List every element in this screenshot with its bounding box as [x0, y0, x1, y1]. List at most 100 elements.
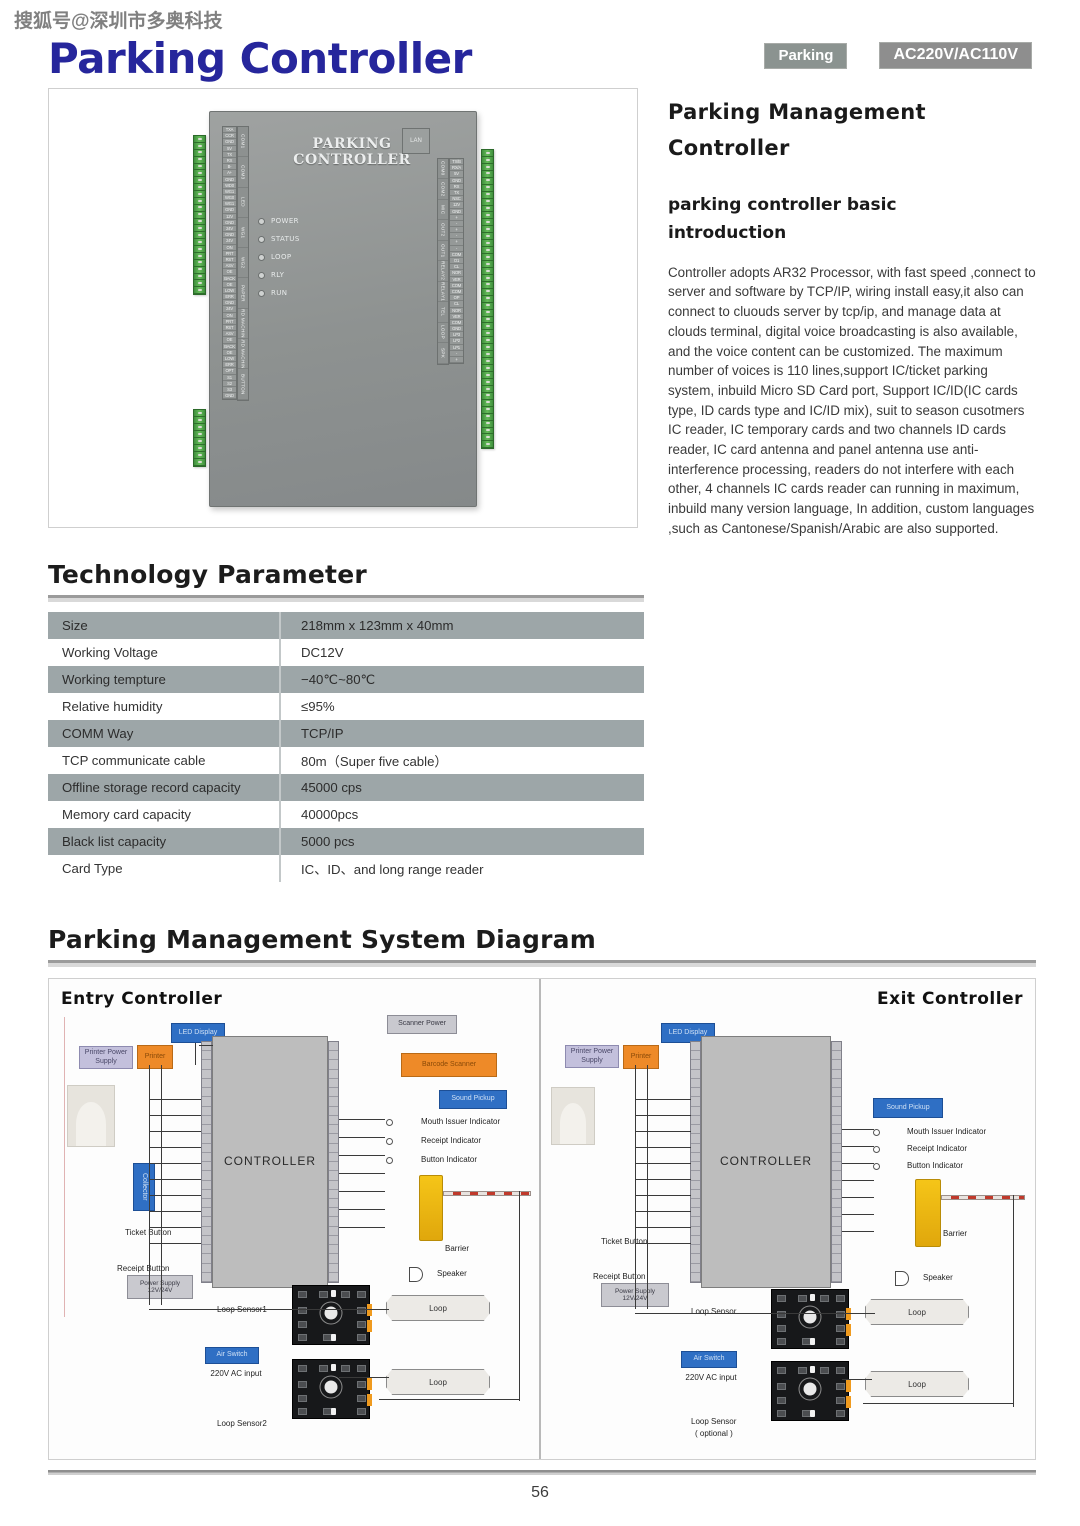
board-right-group-strip: COM0 COM2 MIC OUT2 OUT1 RELAY2 RELAY1 TEL LOOP SP… — [437, 158, 449, 365]
exit-barrier-label: Barrier — [943, 1229, 968, 1238]
entry-controller-diagram: Entry Controller LED Display Printer Pow… — [49, 979, 541, 1459]
io-terminal — [202, 1181, 211, 1190]
terminal-group-label: WG2 — [238, 248, 248, 279]
exit-button-indicator: Button Indicator — [907, 1161, 964, 1170]
terminal-group-label: SPK — [438, 343, 448, 364]
io-terminal — [329, 1181, 338, 1190]
table-row: Black list capacity 5000 pcs — [48, 828, 644, 855]
sensor-terminal-icon — [357, 1408, 366, 1415]
sensor-terminal-icon — [298, 1321, 307, 1328]
board-left-terminal-strip: TXA CCR GND 5V TX RX B- A+ GND WD0 WG1 WG0 WG1 GND 12V… — [222, 126, 237, 401]
intro-column: Parking Management Controller parking co… — [668, 95, 1036, 539]
connector-pin — [482, 407, 493, 414]
wire — [149, 1243, 201, 1244]
wire — [842, 1180, 874, 1181]
io-terminal — [202, 1116, 211, 1126]
connector-pin — [194, 184, 205, 191]
spec-value: 40000pcs — [280, 801, 644, 828]
connector-pin — [482, 358, 493, 366]
wire — [635, 1227, 691, 1228]
io-terminal — [691, 1107, 700, 1116]
connector-pin — [194, 260, 205, 267]
terminal-group-label: WG1 — [238, 218, 248, 249]
wire — [842, 1163, 874, 1164]
spec-key: Black list capacity — [48, 828, 281, 855]
entry-loop1: Loop — [386, 1295, 490, 1321]
connector-pin — [482, 310, 493, 317]
io-terminal — [202, 1060, 211, 1070]
io-terminal — [832, 1125, 841, 1135]
wire — [635, 1131, 691, 1132]
io-terminal — [832, 1060, 841, 1070]
connector-pin — [482, 414, 493, 421]
spec-key: Size — [48, 612, 281, 639]
wire — [339, 1191, 385, 1192]
io-terminal — [202, 1245, 211, 1255]
terminal-group-label: CARD MACHINE2 — [238, 339, 248, 370]
wire — [635, 1195, 691, 1196]
sensor-led-icon — [810, 1410, 815, 1417]
io-terminal — [202, 1190, 211, 1199]
io-terminal — [832, 1144, 841, 1153]
tech-parameter-rule — [48, 595, 644, 602]
exit-air-switch: Air Switch — [681, 1351, 737, 1368]
sensor-connector-icon — [367, 1394, 372, 1406]
io-terminal — [691, 1273, 700, 1283]
io-terminal — [202, 1042, 211, 1052]
io-terminal — [691, 1227, 700, 1236]
connector-pin — [194, 253, 205, 260]
terminal-group-label: RELAY2 — [438, 261, 448, 282]
entry-loop-sensor1 — [292, 1285, 372, 1345]
sensor-terminal-icon — [777, 1383, 786, 1390]
connector-pin — [482, 240, 493, 248]
spec-key: Relative humidity — [48, 693, 281, 720]
system-diagram: Entry Controller LED Display Printer Pow… — [48, 978, 1036, 1460]
io-terminal — [329, 1273, 338, 1283]
io-terminal — [691, 1208, 700, 1218]
connector-pin — [194, 191, 205, 198]
sensor-terminal-icon — [798, 1295, 807, 1302]
sensor-terminal-icon — [357, 1395, 366, 1402]
io-terminal — [832, 1264, 841, 1273]
io-terminal — [329, 1144, 338, 1153]
wire — [339, 1227, 385, 1228]
connector-pin — [482, 386, 493, 393]
sensor-connector-icon — [846, 1380, 851, 1392]
board-right-terminal-strip: TX/B RX/A 5V GND RX TX NSC 12V GND + - + - + - COM O1 CL N… — [449, 158, 464, 365]
intro-subheading-line2: introduction — [668, 222, 787, 243]
io-terminal — [691, 1088, 700, 1098]
terminal-group-label: COM3 — [238, 157, 248, 188]
connector-pin — [482, 323, 493, 331]
wire — [339, 1137, 385, 1138]
entry-power-supply: Power Supply 12V/24V — [127, 1275, 193, 1299]
connector-pin — [482, 219, 493, 227]
table-row: COMM Way TCP/IP — [48, 720, 644, 747]
green-connector-left — [193, 135, 206, 295]
connector-pin — [194, 287, 205, 295]
intro-heading-line2: Controller — [668, 135, 790, 160]
io-terminal — [329, 1190, 338, 1199]
connector-pin — [482, 150, 493, 157]
wire — [635, 1099, 691, 1100]
led-label: STATUS — [271, 235, 300, 243]
sensor-terminal-icon — [836, 1397, 845, 1404]
io-terminal — [329, 1162, 338, 1172]
io-terminal — [691, 1217, 700, 1227]
sensor-terminal-icon — [319, 1291, 328, 1298]
exit-loop1: Loop — [865, 1299, 969, 1325]
connector-pin — [482, 206, 493, 213]
io-terminal — [691, 1042, 700, 1052]
connector-pin — [194, 431, 205, 438]
spec-value: 45000 cps — [280, 774, 644, 801]
sensor-connector-icon — [367, 1320, 372, 1332]
sensor-terminal-icon — [357, 1365, 366, 1372]
connector-pin — [194, 274, 205, 281]
table-row: Offline storage record capacity 45000 cps — [48, 774, 644, 801]
wire — [195, 1043, 196, 1065]
terminal-group-label: LOOP — [438, 323, 448, 344]
io-terminal — [202, 1125, 211, 1135]
footer-rule — [48, 1470, 1036, 1475]
exit-loop2: Loop — [865, 1371, 969, 1397]
connector-pin — [194, 239, 205, 246]
page-number: 56 — [531, 1484, 549, 1501]
